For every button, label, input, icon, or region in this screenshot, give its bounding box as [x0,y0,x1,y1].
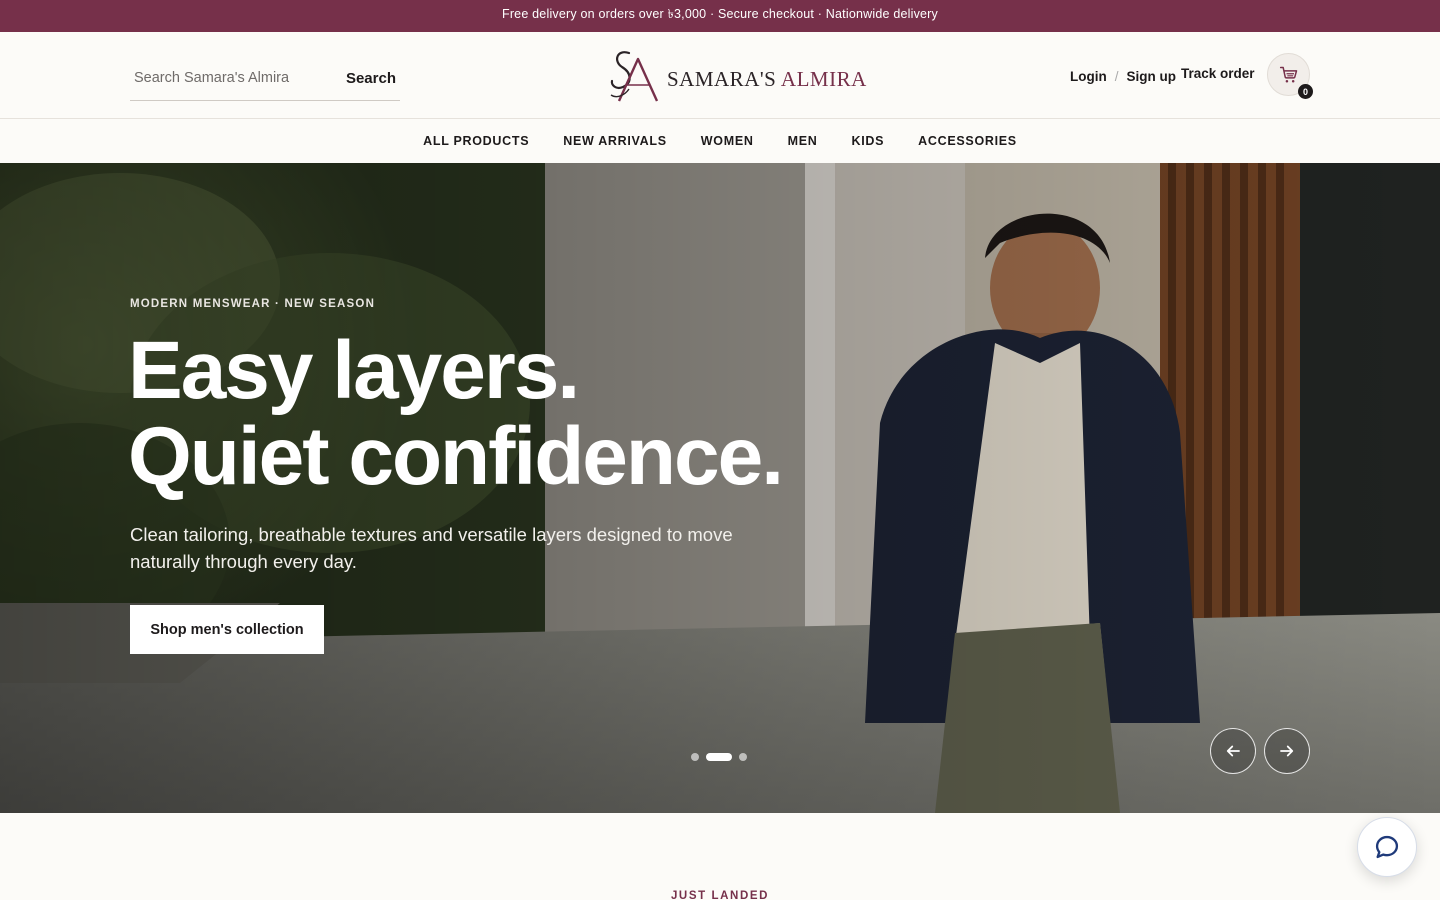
site-logo[interactable]: SAMARA'S ALMIRA [607,47,867,105]
account-separator: / [1114,68,1119,84]
nav-item-all-products[interactable]: ALL PRODUCTS [423,134,529,148]
nav-item-men[interactable]: MEN [788,134,818,148]
search-button[interactable]: Search [346,65,396,91]
carousel-prev-button[interactable] [1210,728,1256,774]
hero-headline-line-1: Easy layers. [128,325,580,416]
chat-bubble-icon [1375,835,1399,859]
hero-headline-line-2: Quiet confidence. [128,411,784,502]
signup-link[interactable]: Sign up [1127,69,1177,84]
nav-item-new-arrivals[interactable]: NEW ARRIVALS [563,134,667,148]
shop-mens-collection-button[interactable]: Shop men's collection [130,605,324,654]
main-nav: ALL PRODUCTS NEW ARRIVALS WOMEN MEN KIDS… [0,119,1440,163]
monogram-logo-icon [610,51,659,102]
site-header: Search SAMARA'S ALMIRA Login / Sign up T… [0,32,1440,119]
arrow-left-icon [1226,745,1240,757]
section-label-just-landed: JUST LANDED [670,890,770,900]
logo-wordmark: SAMARA'S ALMIRA [667,67,867,92]
hero-banner: MODERN MENSWEAR · NEW SEASON Easy layers… [0,163,1440,813]
cart-icon [1279,66,1297,82]
cart-count-badge: 0 [1298,84,1313,99]
carousel-dots [691,753,747,761]
hero-eyebrow: MODERN MENSWEAR · NEW SEASON [130,298,376,310]
announcement-bar: Free delivery on orders over ৳3,000 · Se… [0,0,1440,32]
arrow-right-icon [1280,745,1294,757]
track-order-link[interactable]: Track order [1181,66,1255,81]
nav-item-women[interactable]: WOMEN [701,134,754,148]
nav-item-kids[interactable]: KIDS [851,134,884,148]
account-links: Login / Sign up [1070,66,1176,86]
carousel-dot-1[interactable] [691,753,699,761]
hero-subtext: Clean tailoring, breathable textures and… [130,524,733,572]
chat-button[interactable] [1357,817,1417,877]
hero-headline: Easy layers. Quiet confidence. [128,325,784,502]
logo-text-primary: SAMARA'S [667,66,777,91]
announcement-text: Free delivery on orders over ৳3,000 · Se… [501,7,938,21]
carousel-dot-2[interactable] [706,753,732,761]
login-link[interactable]: Login [1070,69,1107,84]
search-input[interactable] [130,65,335,91]
search-bar: Search [130,62,400,101]
carousel-dot-3[interactable] [739,753,747,761]
logo-text-accent: ALMIRA [780,66,867,91]
nav-item-accessories[interactable]: ACCESSORIES [918,134,1017,148]
carousel-next-button[interactable] [1264,728,1310,774]
